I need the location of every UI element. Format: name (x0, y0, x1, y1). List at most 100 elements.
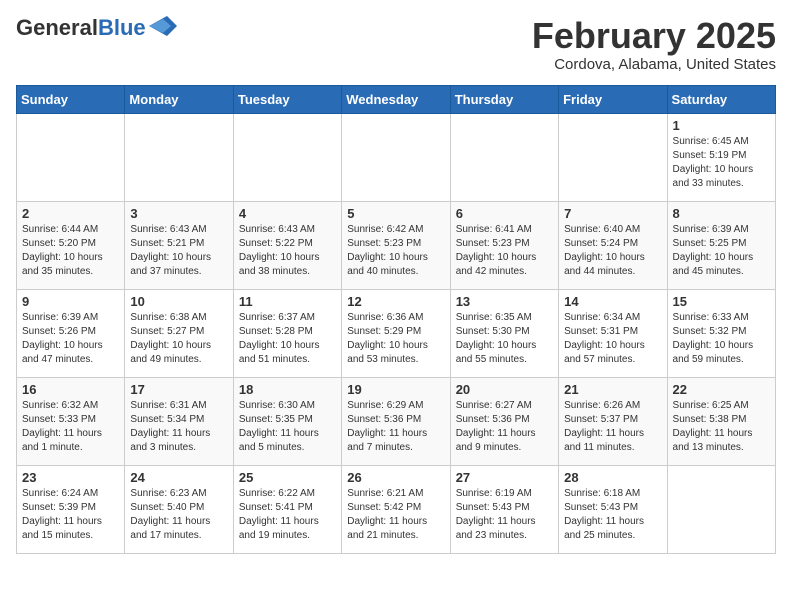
day-info: Sunrise: 6:29 AM Sunset: 5:36 PM Dayligh… (347, 399, 444, 455)
calendar-cell: 27 Sunrise: 6:19 AM Sunset: 5:43 PM Dayli… (450, 465, 558, 553)
week-row-2: 2 Sunrise: 6:44 AM Sunset: 5:20 PM Daylig… (17, 201, 776, 289)
day-info: Sunrise: 6:23 AM Sunset: 5:40 PM Dayligh… (130, 487, 227, 543)
calendar-cell: 23Sunrise: 6:24 AM Sunset: 5:39 PM Dayli… (17, 465, 125, 553)
logo-blue: Blue (98, 15, 146, 40)
calendar-cell: 26 Sunrise: 6:21 AM Sunset: 5:42 PM Dayli… (342, 465, 450, 553)
day-info: Sunrise: 6:21 AM Sunset: 5:42 PM Dayligh… (347, 487, 444, 543)
day-number: 7 (564, 206, 661, 221)
calendar-cell (342, 113, 450, 201)
calendar-cell: 16 Sunrise: 6:32 AM Sunset: 5:33 PM Dayli… (17, 377, 125, 465)
day-info: Sunrise: 6:30 AM Sunset: 5:35 PM Dayligh… (239, 399, 336, 455)
calendar-cell: 4Sunrise: 6:43 AM Sunset: 5:22 PM Daylig… (233, 201, 341, 289)
day-info: Sunrise: 6:39 AM Sunset: 5:25 PM Dayligh… (673, 223, 770, 279)
calendar-table: SundayMondayTuesdayWednesdayThursdayFrid… (16, 85, 776, 554)
calendar-cell: 19 Sunrise: 6:29 AM Sunset: 5:36 PM Dayli… (342, 377, 450, 465)
week-row-1: 1 Sunrise: 6:45 AM Sunset: 5:19 PM Daylig… (17, 113, 776, 201)
logo-arrow-icon (149, 16, 177, 36)
calendar-cell (559, 113, 667, 201)
day-number: 20 (456, 382, 553, 397)
day-info: Sunrise: 6:18 AM Sunset: 5:43 PM Dayligh… (564, 487, 661, 543)
calendar-cell: 9 Sunrise: 6:39 AM Sunset: 5:26 PM Daylig… (17, 289, 125, 377)
day-info: Sunrise: 6:44 AM Sunset: 5:20 PM Dayligh… (22, 223, 119, 279)
calendar-subtitle: Cordova, Alabama, United States (532, 56, 776, 73)
day-info: Sunrise: 6:42 AM Sunset: 5:23 PM Dayligh… (347, 223, 444, 279)
day-info: Sunrise: 6:37 AM Sunset: 5:28 PM Dayligh… (239, 311, 336, 367)
day-number: 18 (239, 382, 336, 397)
day-info: Sunrise: 6:33 AM Sunset: 5:32 PM Dayligh… (673, 311, 770, 367)
page-header: GeneralBlue February 2025 Cordova, Alaba… (16, 16, 776, 73)
weekday-header-saturday: Saturday (667, 85, 775, 113)
logo: GeneralBlue (16, 16, 177, 40)
weekday-header-tuesday: Tuesday (233, 85, 341, 113)
day-info: Sunrise: 6:38 AM Sunset: 5:27 PM Dayligh… (130, 311, 227, 367)
weekday-header-friday: Friday (559, 85, 667, 113)
weekday-header-wednesday: Wednesday (342, 85, 450, 113)
day-info: Sunrise: 6:35 AM Sunset: 5:30 PM Dayligh… (456, 311, 553, 367)
day-number: 25 (239, 470, 336, 485)
day-number: 22 (673, 382, 770, 397)
day-number: 12 (347, 294, 444, 309)
calendar-cell (667, 465, 775, 553)
calendar-cell: 8 Sunrise: 6:39 AM Sunset: 5:25 PM Daylig… (667, 201, 775, 289)
weekday-header-sunday: Sunday (17, 85, 125, 113)
calendar-cell: 14Sunrise: 6:34 AM Sunset: 5:31 PM Dayli… (559, 289, 667, 377)
day-info: Sunrise: 6:22 AM Sunset: 5:41 PM Dayligh… (239, 487, 336, 543)
calendar-cell: 7 Sunrise: 6:40 AM Sunset: 5:24 PM Daylig… (559, 201, 667, 289)
calendar-cell: 15Sunrise: 6:33 AM Sunset: 5:32 PM Dayli… (667, 289, 775, 377)
day-number: 17 (130, 382, 227, 397)
logo-general: General (16, 15, 98, 40)
day-info: Sunrise: 6:32 AM Sunset: 5:33 PM Dayligh… (22, 399, 119, 455)
day-number: 4 (239, 206, 336, 221)
day-info: Sunrise: 6:25 AM Sunset: 5:38 PM Dayligh… (673, 399, 770, 455)
weekday-header-monday: Monday (125, 85, 233, 113)
day-number: 10 (130, 294, 227, 309)
week-row-5: 23Sunrise: 6:24 AM Sunset: 5:39 PM Dayli… (17, 465, 776, 553)
day-info: Sunrise: 6:45 AM Sunset: 5:19 PM Dayligh… (673, 135, 770, 191)
calendar-cell: 6Sunrise: 6:41 AM Sunset: 5:23 PM Daylig… (450, 201, 558, 289)
day-number: 27 (456, 470, 553, 485)
calendar-cell: 2 Sunrise: 6:44 AM Sunset: 5:20 PM Daylig… (17, 201, 125, 289)
calendar-cell: 24 Sunrise: 6:23 AM Sunset: 5:40 PM Dayli… (125, 465, 233, 553)
calendar-cell (125, 113, 233, 201)
day-info: Sunrise: 6:41 AM Sunset: 5:23 PM Dayligh… (456, 223, 553, 279)
calendar-cell: 25 Sunrise: 6:22 AM Sunset: 5:41 PM Dayli… (233, 465, 341, 553)
day-info: Sunrise: 6:19 AM Sunset: 5:43 PM Dayligh… (456, 487, 553, 543)
calendar-cell: 13 Sunrise: 6:35 AM Sunset: 5:30 PM Dayli… (450, 289, 558, 377)
day-number: 19 (347, 382, 444, 397)
day-number: 13 (456, 294, 553, 309)
calendar-cell: 28 Sunrise: 6:18 AM Sunset: 5:43 PM Dayli… (559, 465, 667, 553)
day-info: Sunrise: 6:26 AM Sunset: 5:37 PM Dayligh… (564, 399, 661, 455)
week-row-3: 9 Sunrise: 6:39 AM Sunset: 5:26 PM Daylig… (17, 289, 776, 377)
day-info: Sunrise: 6:43 AM Sunset: 5:21 PM Dayligh… (130, 223, 227, 279)
day-number: 24 (130, 470, 227, 485)
day-info: Sunrise: 6:31 AM Sunset: 5:34 PM Dayligh… (130, 399, 227, 455)
day-number: 28 (564, 470, 661, 485)
day-number: 26 (347, 470, 444, 485)
calendar-cell: 20 Sunrise: 6:27 AM Sunset: 5:36 PM Dayli… (450, 377, 558, 465)
calendar-cell: 3 Sunrise: 6:43 AM Sunset: 5:21 PM Daylig… (125, 201, 233, 289)
day-number: 21 (564, 382, 661, 397)
day-number: 1 (673, 118, 770, 133)
title-block: February 2025 Cordova, Alabama, United S… (532, 16, 776, 73)
calendar-cell: 1 Sunrise: 6:45 AM Sunset: 5:19 PM Daylig… (667, 113, 775, 201)
calendar-cell: 5 Sunrise: 6:42 AM Sunset: 5:23 PM Daylig… (342, 201, 450, 289)
calendar-cell (17, 113, 125, 201)
day-number: 5 (347, 206, 444, 221)
day-info: Sunrise: 6:27 AM Sunset: 5:36 PM Dayligh… (456, 399, 553, 455)
weekday-header-row: SundayMondayTuesdayWednesdayThursdayFrid… (17, 85, 776, 113)
day-number: 23 (22, 470, 119, 485)
calendar-cell: 21 Sunrise: 6:26 AM Sunset: 5:37 PM Dayli… (559, 377, 667, 465)
day-info: Sunrise: 6:34 AM Sunset: 5:31 PM Dayligh… (564, 311, 661, 367)
day-number: 2 (22, 206, 119, 221)
day-info: Sunrise: 6:36 AM Sunset: 5:29 PM Dayligh… (347, 311, 444, 367)
day-info: Sunrise: 6:40 AM Sunset: 5:24 PM Dayligh… (564, 223, 661, 279)
calendar-cell: 10 Sunrise: 6:38 AM Sunset: 5:27 PM Dayli… (125, 289, 233, 377)
day-number: 8 (673, 206, 770, 221)
calendar-cell: 12 Sunrise: 6:36 AM Sunset: 5:29 PM Dayli… (342, 289, 450, 377)
day-number: 3 (130, 206, 227, 221)
day-info: Sunrise: 6:39 AM Sunset: 5:26 PM Dayligh… (22, 311, 119, 367)
week-row-4: 16 Sunrise: 6:32 AM Sunset: 5:33 PM Dayli… (17, 377, 776, 465)
day-number: 9 (22, 294, 119, 309)
day-number: 16 (22, 382, 119, 397)
weekday-header-thursday: Thursday (450, 85, 558, 113)
